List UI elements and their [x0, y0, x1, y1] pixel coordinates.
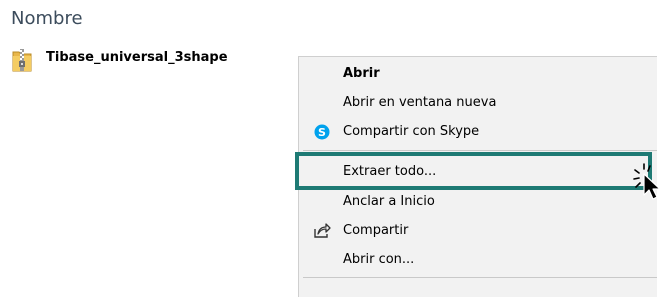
highlight-box	[295, 152, 652, 190]
menu-item-compartir-skype[interactable]: S Compartir con Skype	[299, 117, 657, 146]
menu-item-anclar-inicio[interactable]: Anclar a Inicio	[299, 187, 657, 216]
menu-item-abrir-ventana-nueva[interactable]: Abrir en ventana nueva	[299, 88, 657, 117]
menu-item-abrir[interactable]: Abrir	[299, 59, 657, 88]
file-name: Tibase_universal_3shape	[46, 49, 228, 65]
menu-item-label: Compartir	[343, 223, 409, 238]
file-item[interactable]: Tibase_universal_3shape	[12, 48, 228, 72]
menu-item-label: Abrir	[343, 66, 380, 81]
menu-item-compartir[interactable]: Compartir	[299, 216, 657, 245]
svg-text:S: S	[318, 126, 326, 139]
share-icon	[313, 222, 331, 240]
menu-separator	[303, 150, 657, 151]
zip-folder-icon	[12, 49, 32, 72]
menu-item-abrir-con[interactable]: Abrir con...	[299, 245, 657, 274]
skype-icon: S	[313, 123, 331, 141]
menu-separator	[303, 277, 657, 278]
menu-item-label: Abrir con...	[343, 252, 415, 267]
menu-item-label: Compartir con Skype	[343, 124, 480, 139]
click-cursor-icon	[633, 163, 661, 200]
menu-item-label: Anclar a Inicio	[343, 194, 435, 209]
menu-item-label: Abrir en ventana nueva	[343, 95, 497, 110]
column-header-nombre[interactable]: Nombre	[11, 8, 83, 29]
